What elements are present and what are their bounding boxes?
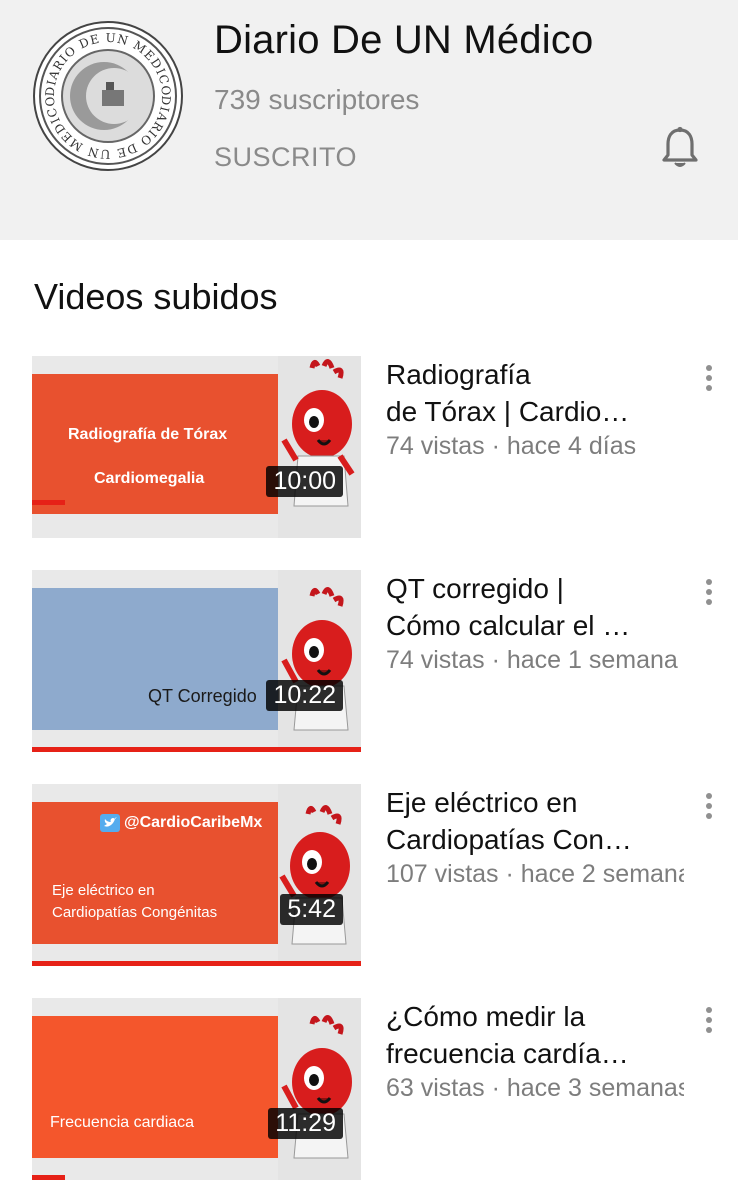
thumbnail-slide: Radiografía de Tórax Cardiomegalia xyxy=(32,374,278,514)
video-meta: 107 vistas · hace 2 semanas xyxy=(386,860,684,888)
thumbnail-subtitle: Cardiopatías Congénitas xyxy=(52,904,218,921)
video-title-line: Cardiopatías Con… xyxy=(386,824,632,855)
video-title[interactable]: Eje eléctrico en Cardiopatías Con… xyxy=(386,784,676,858)
video-title[interactable]: ¿Cómo medir la frecuencia cardía… xyxy=(386,998,676,1072)
thumbnail-slide: QT Corregido xyxy=(32,588,278,730)
more-vert-icon[interactable] xyxy=(696,576,722,610)
video-thumbnail[interactable]: Radiografía de Tórax Cardiomegalia 10:00 xyxy=(32,356,361,538)
video-item[interactable]: @CardioCaribeMx Eje eléctrico en Cardiop… xyxy=(0,784,738,984)
thumbnail-handle: @CardioCaribeMx xyxy=(124,814,263,831)
video-title-line: Eje eléctrico en xyxy=(386,787,578,818)
watch-progress-fill xyxy=(32,747,361,752)
video-title-line: frecuencia cardía… xyxy=(386,1038,629,1069)
channel-header: DIARIO DE UN MEDICO DIARIO DE UN MEDICO … xyxy=(0,0,738,240)
twitter-icon xyxy=(100,814,120,832)
video-item[interactable]: Frecuencia cardiaca 11:29 ¿Cómo medir la… xyxy=(0,998,738,1198)
subscribed-button[interactable]: SUSCRITO xyxy=(214,142,357,173)
thumbnail-slide: @CardioCaribeMx Eje eléctrico en Cardiop… xyxy=(32,802,278,944)
video-duration: 11:29 xyxy=(268,1108,343,1139)
watch-progress-fill xyxy=(32,500,65,505)
heart-mascot-image xyxy=(278,356,361,538)
heart-mascot-image xyxy=(278,570,361,752)
more-vert-icon[interactable] xyxy=(696,790,722,824)
video-thumbnail[interactable]: QT Corregido 10:22 xyxy=(32,570,361,752)
video-title-line: Cómo calcular el … xyxy=(386,610,631,641)
video-item[interactable]: Radiografía de Tórax Cardiomegalia 10:00… xyxy=(0,356,738,556)
watch-progress xyxy=(32,747,361,752)
watch-progress-fill xyxy=(32,1175,65,1180)
more-vert-icon[interactable] xyxy=(696,1004,722,1038)
channel-name: Diario De UN Médico xyxy=(214,18,594,62)
video-meta: 74 vistas · hace 4 días xyxy=(386,432,637,460)
bell-icon[interactable] xyxy=(660,126,700,170)
video-title-line: de Tórax | Cardio… xyxy=(386,396,630,427)
video-duration: 10:00 xyxy=(266,466,343,497)
video-item[interactable]: QT Corregido 10:22 QT corregido | Cómo c… xyxy=(0,570,738,770)
subscriber-count: 739 suscriptores xyxy=(214,84,420,115)
heart-mascot-image xyxy=(278,784,361,966)
video-title[interactable]: QT corregido | Cómo calcular el … xyxy=(386,570,676,644)
thumbnail-slide: Frecuencia cardiaca xyxy=(32,1016,278,1158)
watch-progress xyxy=(32,1175,361,1180)
video-thumbnail[interactable]: Frecuencia cardiaca 11:29 xyxy=(32,998,361,1180)
watch-progress xyxy=(32,500,361,505)
watch-progress-fill xyxy=(32,961,361,966)
video-duration: 10:22 xyxy=(266,680,343,711)
thumbnail-title: QT Corregido xyxy=(148,686,257,706)
channel-avatar[interactable]: DIARIO DE UN MEDICO DIARIO DE UN MEDICO xyxy=(32,20,184,172)
thumbnail-subtitle: Cardiomegalia xyxy=(94,470,205,487)
video-meta: 74 vistas · hace 1 semana xyxy=(386,646,678,674)
video-meta: 63 vistas · hace 3 semanas xyxy=(386,1074,684,1102)
video-title-line: QT corregido | xyxy=(386,573,564,604)
video-title-line: Radiografía xyxy=(386,359,531,390)
heart-mascot-image xyxy=(278,998,361,1180)
watch-progress xyxy=(32,961,361,966)
video-duration: 5:42 xyxy=(280,894,343,925)
more-vert-icon[interactable] xyxy=(696,362,722,396)
section-title: Videos subidos xyxy=(34,276,278,317)
video-title[interactable]: Radiografía de Tórax | Cardio… xyxy=(386,356,676,430)
video-title-line: ¿Cómo medir la xyxy=(386,1001,586,1032)
video-thumbnail[interactable]: @CardioCaribeMx Eje eléctrico en Cardiop… xyxy=(32,784,361,966)
thumbnail-title: Eje eléctrico en xyxy=(52,882,155,899)
thumbnail-title: Radiografía de Tórax xyxy=(68,426,228,443)
thumbnail-title: Frecuencia cardiaca xyxy=(50,1114,195,1131)
